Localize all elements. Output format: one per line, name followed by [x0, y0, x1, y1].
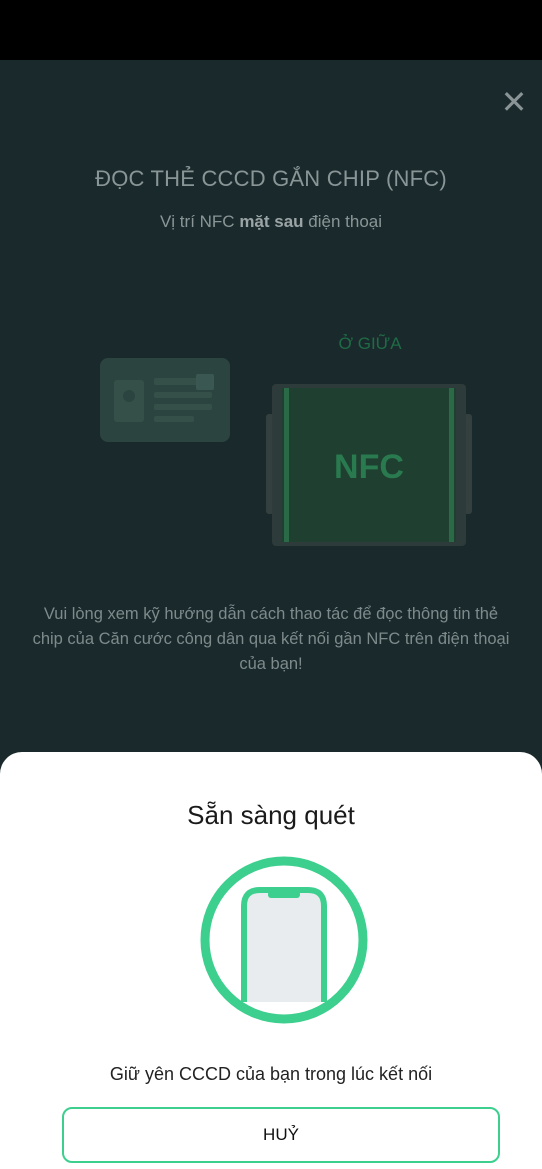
- scan-phone-icon: [200, 856, 368, 1024]
- sheet-title: Sẵn sàng quét: [187, 800, 355, 830]
- status-bar: [0, 0, 542, 60]
- close-icon[interactable]: ✕: [498, 86, 530, 118]
- subtitle-suffix: điện thoại: [303, 212, 383, 231]
- cancel-button[interactable]: HUỶ: [62, 1107, 500, 1163]
- id-card-icon: [100, 358, 230, 442]
- scan-bottom-sheet: Sẵn sàng quét Giữ yên CCCD của bạn trong…: [0, 752, 542, 1169]
- subtitle-bold: mặt sau: [239, 212, 304, 231]
- hold-still-text: Giữ yên CCCD của bạn trong lúc kết nối: [109, 1064, 433, 1084]
- nfc-label: NFC: [334, 448, 404, 486]
- instructions-text: Vui lòng xem kỹ hướng dẫn cách thao tác …: [32, 605, 510, 673]
- subtitle-prefix: Vị trí NFC: [159, 212, 240, 231]
- page-subtitle: Vị trí NFC mặt sau điện thoại: [0, 212, 542, 232]
- page-title: ĐỌC THẺ CCCD GẮN CHIP (NFC): [95, 166, 447, 191]
- nfc-position-label: Ở GIỮA: [338, 334, 402, 353]
